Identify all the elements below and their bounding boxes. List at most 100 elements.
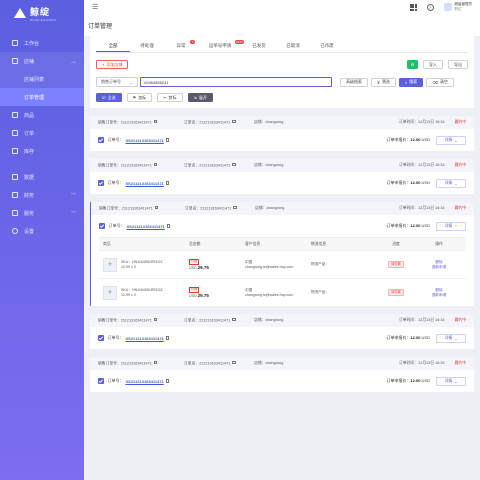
home-icon <box>12 40 18 46</box>
help-icon[interactable]: ? <box>426 3 434 11</box>
apps-grid-icon[interactable] <box>409 3 417 11</box>
copy-icon[interactable] <box>232 317 236 322</box>
sidebar: 鲸绽 WHALESHOPS 工作台 店铺 ︿ 店铺列表 订单管理 商品 订单 库… <box>0 0 84 480</box>
checkbox-icon: ☑ <box>102 95 106 100</box>
refund-request-link[interactable]: 退款申请 <box>419 265 459 270</box>
order-name: 211213163411471 <box>199 163 231 168</box>
order-header: 销售订单号：211213163411471 订单名：21121316341147… <box>90 314 474 327</box>
sidebar-item-store[interactable]: 店铺 ︿ <box>0 52 84 70</box>
user-menu[interactable]: 超级管理员 职位 <box>443 2 472 12</box>
sidebar-item-label: 工作台 <box>24 40 40 47</box>
refund-request-link[interactable]: 退款申请 <box>419 293 459 298</box>
copy-icon[interactable] <box>233 205 237 210</box>
service-icon <box>12 210 18 216</box>
detail-button[interactable]: 详情 ⌃ <box>436 221 466 231</box>
detail-button[interactable]: 详情 ⌄ <box>436 135 466 145</box>
sidebar-item-service[interactable]: 服务 ﹀ <box>0 204 84 222</box>
status-badge: 待付款 <box>388 289 404 296</box>
copy-icon[interactable] <box>232 119 236 124</box>
search-input[interactable] <box>140 77 332 87</box>
order-card: 销售订单号：211213163411471 订单名：21121316341147… <box>90 116 474 151</box>
sidebar-item-order-management[interactable]: 订单管理 <box>0 88 84 106</box>
order-no-link[interactable]: XS211213163411471 <box>126 379 164 384</box>
copy-icon[interactable] <box>154 205 159 210</box>
tab-exception[interactable]: 异常 6 <box>164 40 198 52</box>
copy-icon[interactable] <box>165 181 170 185</box>
copy-icon[interactable] <box>165 138 170 142</box>
copy-icon[interactable] <box>153 162 158 167</box>
tab-pending[interactable]: 待处理 <box>130 40 164 52</box>
order-no-link[interactable]: XS211213163411471 <box>126 336 164 341</box>
order-checkbox[interactable] <box>98 137 104 143</box>
order-checkbox[interactable] <box>99 223 105 229</box>
sku: SKU：HN1164551RED2Z <box>121 287 163 292</box>
add-store-button[interactable]: + 添加店铺 <box>96 60 129 69</box>
tab-all[interactable]: 全部 <box>96 40 130 52</box>
order-amount: 12.00 <box>410 335 421 340</box>
sidebar-item-products[interactable]: 商品 <box>0 106 84 124</box>
copy-icon[interactable] <box>166 224 171 228</box>
order-checkbox[interactable] <box>98 378 104 384</box>
copy-icon[interactable] <box>232 360 236 365</box>
sidebar-item-finance[interactable]: 财务 ﹀ <box>0 186 84 204</box>
detail-button[interactable]: 详情 ⌄ <box>436 376 466 386</box>
advanced-search-button[interactable]: 高级搜索 <box>340 77 368 87</box>
copy-icon[interactable] <box>165 336 170 340</box>
tag-icon: ⚑ <box>132 95 137 100</box>
order-checkbox[interactable] <box>98 180 104 186</box>
product-image-icon: ✈ <box>103 257 117 272</box>
copy-icon[interactable] <box>153 360 158 365</box>
select-all-button[interactable]: ☑ 全选 <box>96 93 122 102</box>
filter-button[interactable]: ⊻ 筛选 <box>371 77 396 87</box>
store-name: changrong <box>265 318 284 322</box>
order-no-link[interactable]: XS211213163411471 <box>126 138 164 143</box>
order-no-link[interactable]: XS211213163411471 <box>127 224 165 229</box>
menu-toggle-icon[interactable]: ☰ <box>92 3 98 11</box>
import-button[interactable]: 导入 <box>423 60 443 69</box>
copy-icon[interactable] <box>232 162 236 167</box>
status-badge: 履约中 <box>454 163 466 167</box>
sidebar-item-inventory[interactable]: 库存 <box>0 142 84 160</box>
item-price: 29.75 <box>197 292 209 298</box>
detail-button[interactable]: 详情 ⌄ <box>436 178 466 188</box>
detail-button[interactable]: 详情 ⌄ <box>436 333 466 343</box>
settings-button[interactable]: ⚙ <box>407 60 418 69</box>
store-name: changrong <box>266 206 285 210</box>
sidebar-item-label: 财务 <box>24 192 35 199</box>
copy-icon[interactable] <box>153 317 158 322</box>
brand-subtitle: WHALESHOPS <box>30 17 57 22</box>
search-type-select[interactable]: 销售订单号 ⌄ <box>96 77 138 87</box>
clear-button[interactable]: ⌫ 清空 <box>426 77 454 87</box>
sidebar-item-data[interactable]: 数据 <box>0 168 84 186</box>
customer-email: changrong.le@wales hop.com <box>245 292 294 297</box>
sales-order-no: 211213163411471 <box>120 163 152 168</box>
order-time: 12月13日 16:34 <box>418 318 445 322</box>
copy-icon[interactable] <box>165 379 170 383</box>
sidebar-item-orders[interactable]: 订单 <box>0 124 84 142</box>
sidebar-item-label: 服务 <box>24 210 35 217</box>
tab-voided[interactable]: 已作废 <box>310 40 344 52</box>
export-button[interactable]: 导出 <box>448 60 468 69</box>
copy-icon[interactable] <box>153 119 158 124</box>
brand-title: 鲸绽 <box>30 6 51 17</box>
order-no-link[interactable]: XS211213163411471 <box>126 181 164 186</box>
topbar: ☰ ? 超级管理员 职位 <box>84 0 480 14</box>
expand-button[interactable]: ⇲ 展开 <box>187 93 213 102</box>
tab-shipped[interactable]: 已发货 <box>242 40 276 52</box>
tab-tracking-request[interactable]: 运单号申请 2223 <box>198 40 244 52</box>
sidebar-item-label: 店铺列表 <box>24 76 45 83</box>
flag-button[interactable]: ⚑ 加标 <box>126 93 153 102</box>
cut-tag-button[interactable]: ✂ 剪标 <box>157 93 183 102</box>
item-price: 29.75 <box>197 264 209 270</box>
store-name: changrong <box>265 163 284 167</box>
table-row: ✈ SKU：HN1164551RED2Z 12.99 x 3 价格 USD 29… <box>99 250 466 278</box>
sidebar-item-workbench[interactable]: 工作台 <box>0 34 84 52</box>
order-amount: 12.00 <box>410 378 421 383</box>
tab-cancelled[interactable]: 已取消 <box>276 40 310 52</box>
main-content: 订单管理 全部 待处理 异常 6 运单号申请 2223 已发货 已取消 已作废 + … <box>84 14 480 480</box>
search-button[interactable]: ⌕ 搜索 <box>398 77 424 87</box>
sidebar-item-settings[interactable]: 设置 <box>0 222 84 240</box>
sidebar-item-store-list[interactable]: 店铺列表 <box>0 70 84 88</box>
order-checkbox[interactable] <box>98 335 104 341</box>
sidebar-item-label: 商品 <box>24 112 35 119</box>
